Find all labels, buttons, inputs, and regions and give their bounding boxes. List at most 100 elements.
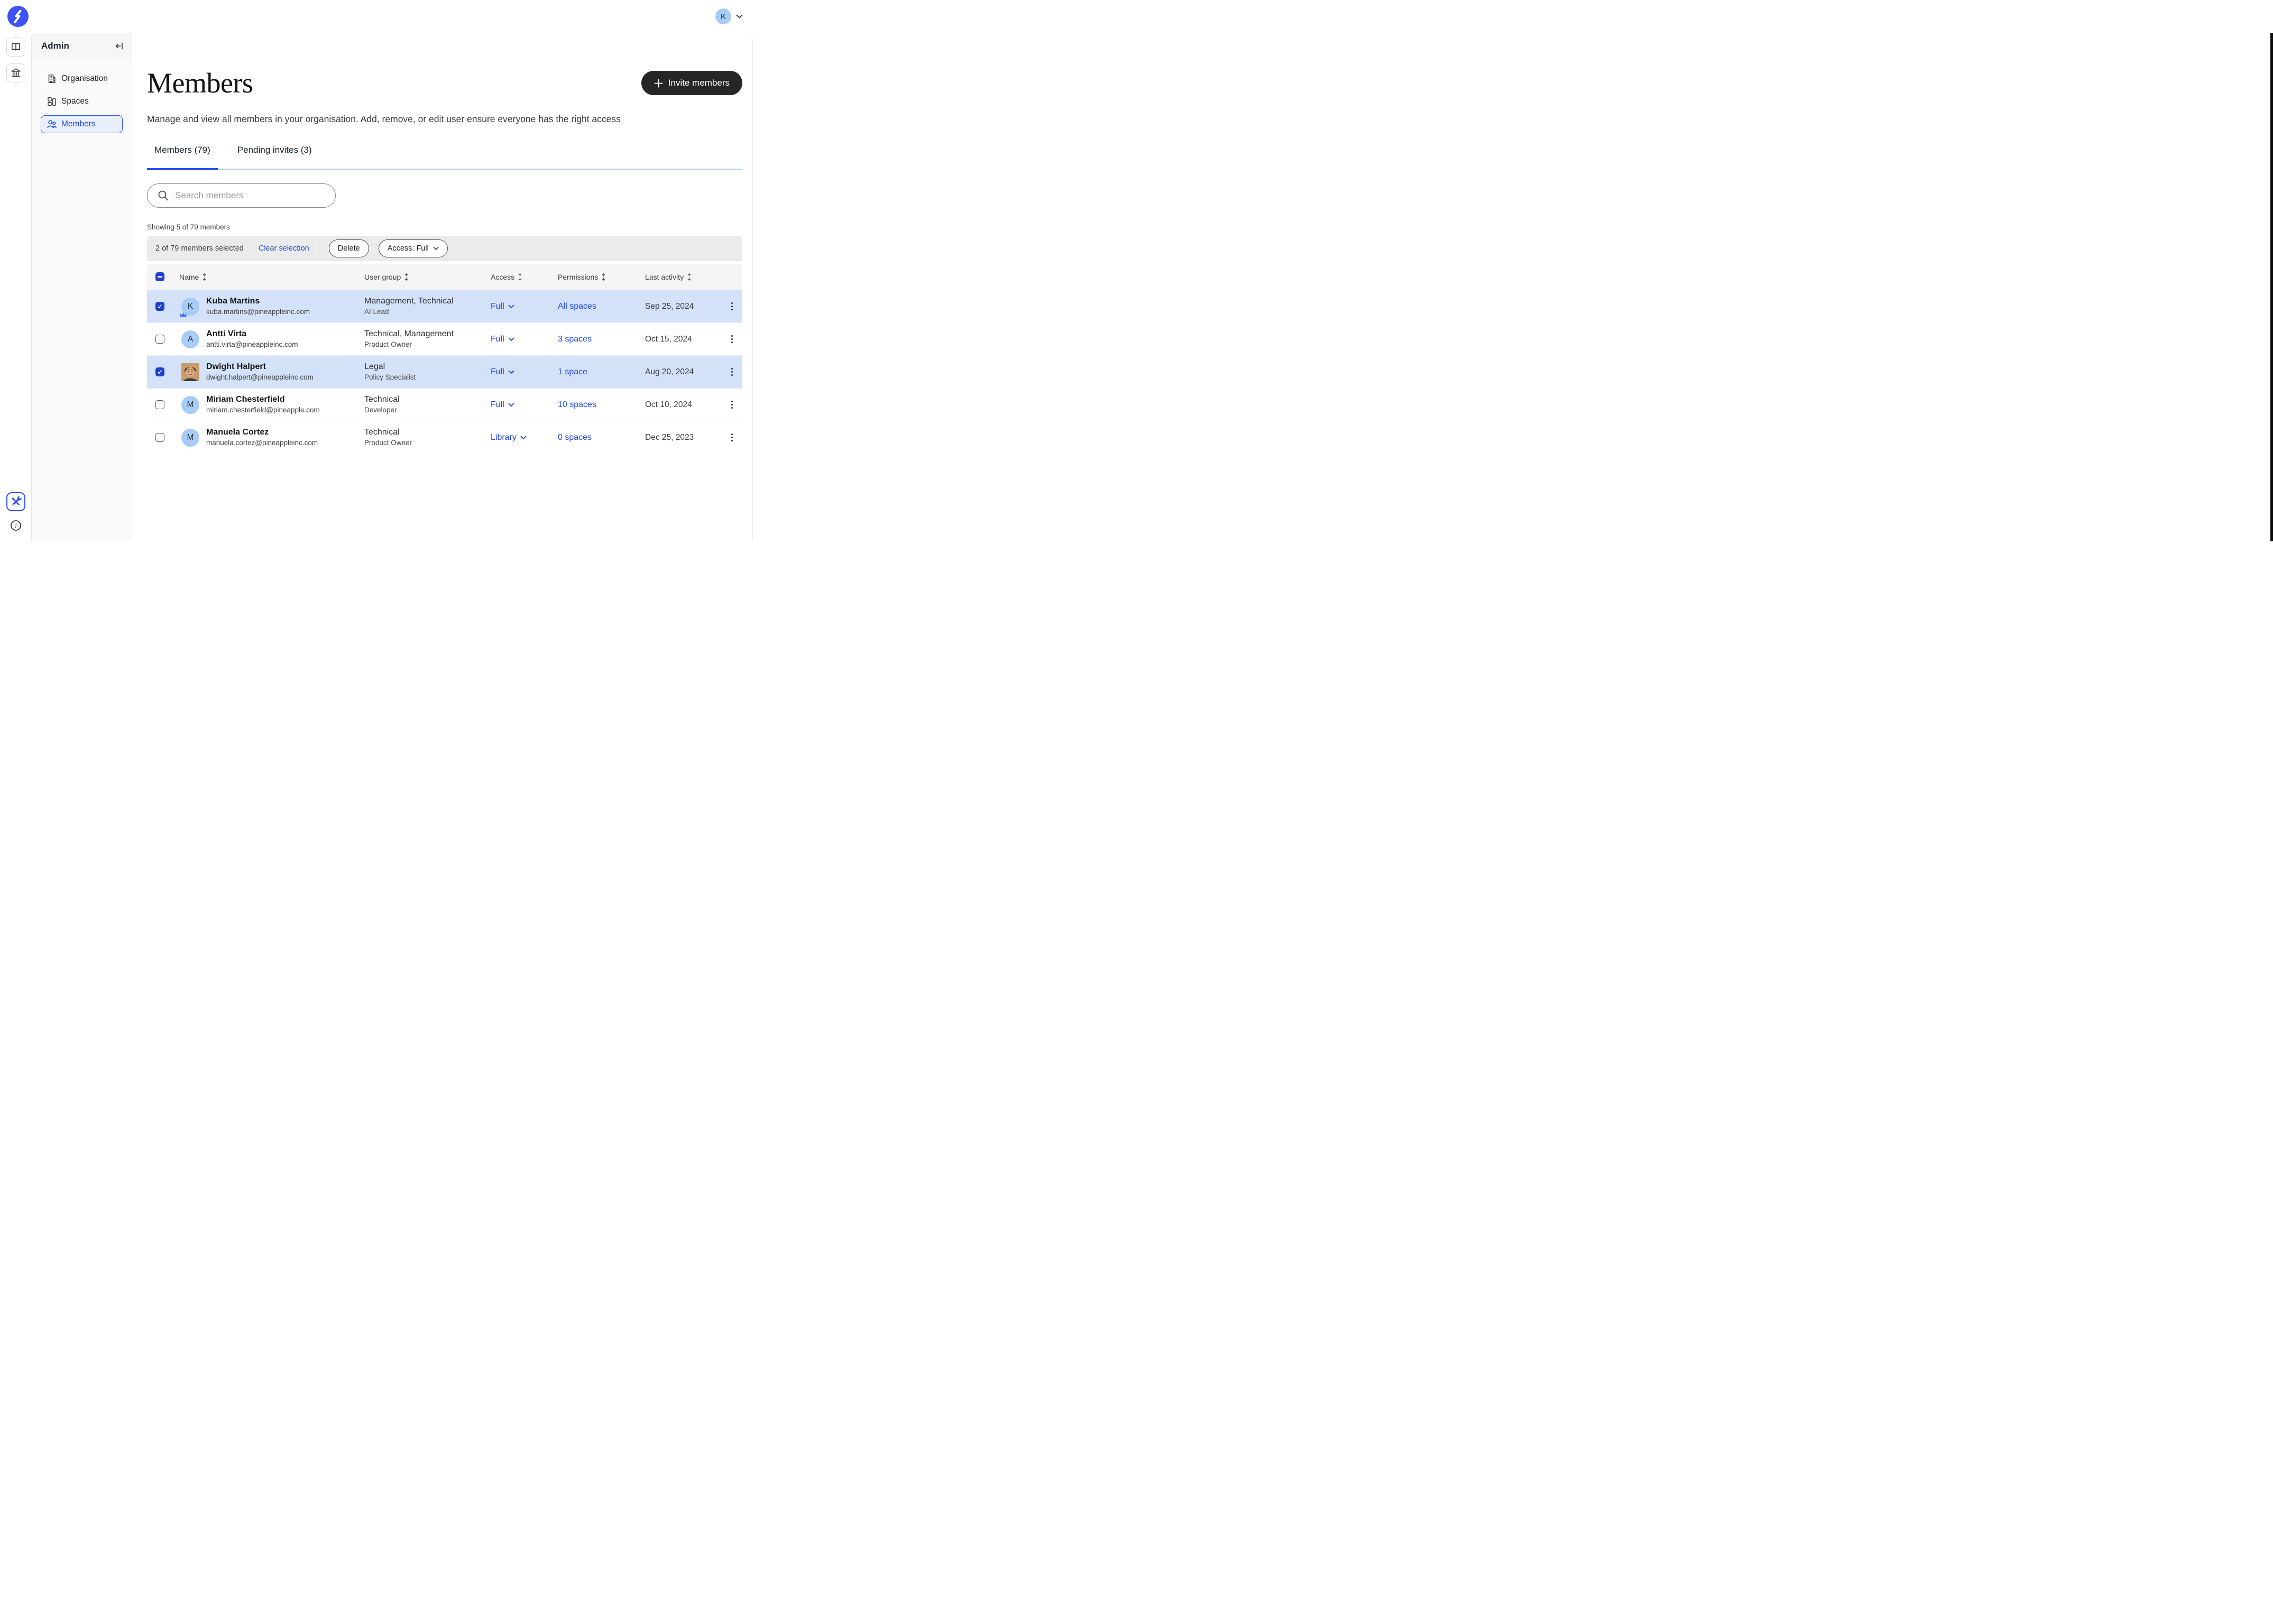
access-dropdown[interactable]: Full — [491, 367, 558, 377]
member-role: Product Owner — [364, 438, 491, 448]
info-button[interactable]: i — [10, 520, 22, 531]
app-logo[interactable] — [7, 6, 29, 27]
permissions-link[interactable]: 0 spaces — [558, 433, 592, 442]
chevron-down-icon — [433, 246, 439, 251]
admin-sidebar-header: Admin — [32, 33, 132, 59]
collapse-panel-icon[interactable] — [115, 41, 124, 51]
member-row[interactable]: M — [147, 388, 742, 421]
delete-button[interactable]: Delete — [329, 239, 369, 257]
last-activity: Oct 10, 2024 — [645, 400, 722, 410]
organisation-home-button[interactable] — [6, 63, 25, 82]
user-avatar[interactable]: K — [715, 8, 731, 24]
clear-selection-link[interactable]: Clear selection — [259, 244, 309, 253]
member-rows: K — [147, 290, 742, 454]
member-name: Manuela Cortez — [206, 427, 318, 438]
invite-members-button[interactable]: Invite members — [641, 71, 742, 95]
row-menu-button[interactable] — [722, 401, 742, 409]
row-checkbox[interactable] — [155, 367, 164, 376]
avatar-photo — [181, 363, 199, 381]
access-value: Full — [491, 335, 504, 344]
access-dropdown[interactable]: Full — [491, 400, 558, 410]
row-menu-button[interactable] — [722, 302, 742, 311]
dev-tools-button[interactable] — [6, 492, 25, 511]
member-row[interactable]: K — [147, 290, 742, 322]
sidebar-item-members[interactable]: Members — [41, 115, 123, 133]
sidebar-item-label: Spaces — [61, 97, 89, 106]
row-checkbox[interactable] — [155, 302, 164, 311]
sidebar-item-label: Organisation — [61, 74, 108, 84]
table-header-row: Name User group Access Permissions Last … — [147, 264, 742, 290]
sidebar-item-label: Members — [61, 119, 96, 129]
tab-pending-invites[interactable]: Pending invites (3) — [230, 145, 319, 169]
sidebar-item-organisation[interactable]: Organisation — [41, 70, 123, 88]
member-name: Kuba Martins — [206, 296, 310, 307]
page-title: Members — [147, 67, 253, 99]
row-checkbox[interactable] — [155, 335, 164, 344]
chevron-down-icon — [736, 14, 743, 19]
permissions-link[interactable]: 1 space — [558, 367, 587, 376]
info-icon: i — [10, 520, 22, 531]
member-avatar: M — [181, 396, 199, 414]
permissions-link[interactable]: All spaces — [558, 302, 596, 311]
sort-icon[interactable] — [687, 273, 692, 281]
column-header-user-group[interactable]: User group — [364, 273, 401, 281]
tools-icon — [10, 496, 22, 508]
member-email: dwight.halpert@pineappleinc.com — [206, 372, 314, 382]
member-avatar: K — [181, 298, 199, 316]
user-menu[interactable]: K — [715, 8, 743, 24]
open-book-icon — [10, 41, 22, 53]
column-header-last-activity[interactable]: Last activity — [645, 273, 684, 281]
member-email: manuela.cortez@pineappleinc.com — [206, 438, 318, 448]
sidebar-item-spaces[interactable]: Spaces — [41, 93, 123, 110]
member-name: Miriam Chesterfield — [206, 394, 320, 405]
admin-nav: Organisation Spaces Members — [41, 70, 123, 133]
permissions-link[interactable]: 10 spaces — [558, 400, 596, 409]
permissions-link[interactable]: 3 spaces — [558, 335, 592, 344]
page-subtitle: Manage and view all members in your orga… — [147, 114, 742, 125]
row-menu-button[interactable] — [722, 433, 742, 442]
invite-members-label: Invite members — [668, 78, 730, 88]
member-row[interactable]: M — [147, 421, 742, 454]
access-value: Full — [491, 367, 504, 377]
sort-icon[interactable] — [518, 273, 522, 281]
access-value: Full — [491, 400, 504, 410]
sort-icon[interactable] — [404, 273, 409, 281]
access-filter-button[interactable]: Access: Full — [379, 239, 448, 257]
row-checkbox[interactable] — [155, 400, 164, 409]
row-menu-button[interactable] — [722, 335, 742, 344]
select-all-checkbox[interactable] — [155, 272, 164, 281]
access-value: Full — [491, 302, 504, 311]
member-role: Developer — [364, 405, 491, 415]
bank-icon — [10, 67, 22, 79]
chevron-down-icon — [520, 436, 527, 440]
member-avatar — [181, 363, 199, 381]
avatar-initial: K — [188, 302, 193, 311]
sort-icon[interactable] — [601, 273, 606, 281]
access-filter-label: Access: Full — [388, 244, 429, 253]
tab-bar: Members (79) Pending invites (3) — [147, 145, 742, 170]
member-avatar: A — [181, 330, 199, 348]
vertical-scrollbar[interactable] — [2270, 33, 2273, 541]
access-dropdown[interactable]: Full — [491, 302, 558, 311]
crown-icon — [179, 311, 187, 318]
member-email: antti.virta@pineappleinc.com — [206, 339, 298, 349]
sort-icon[interactable] — [202, 273, 207, 281]
member-user-group: Technical — [364, 394, 491, 405]
access-dropdown[interactable]: Full — [491, 335, 558, 344]
column-header-name[interactable]: Name — [179, 273, 199, 281]
tab-members[interactable]: Members (79) — [147, 145, 218, 169]
member-row[interactable]: Dwight Halpert dwight.halpert@pineapplei… — [147, 355, 742, 388]
search-input[interactable] — [147, 183, 336, 208]
column-header-permissions[interactable]: Permissions — [558, 273, 598, 281]
row-menu-button[interactable] — [722, 368, 742, 376]
library-button[interactable] — [6, 38, 25, 57]
member-user-group: Legal — [364, 362, 491, 372]
avatar-initial: M — [187, 400, 194, 410]
row-checkbox[interactable] — [155, 433, 164, 442]
access-dropdown[interactable]: Library — [491, 433, 558, 442]
member-user-group: Technical — [364, 427, 491, 438]
plus-icon — [654, 79, 663, 88]
member-row[interactable]: A — [147, 322, 742, 355]
logo-lightning-icon — [12, 10, 24, 23]
column-header-access[interactable]: Access — [491, 273, 514, 281]
